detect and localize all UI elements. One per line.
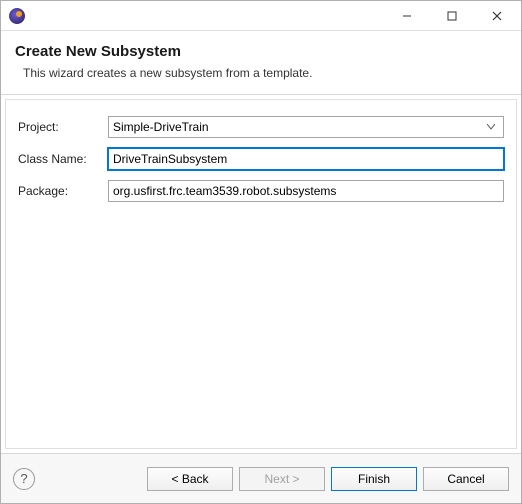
classname-row: Class Name: xyxy=(18,148,504,170)
project-value: Simple-DriveTrain xyxy=(113,120,483,134)
wizard-header: Create New Subsystem This wizard creates… xyxy=(1,31,521,95)
package-input[interactable] xyxy=(108,180,504,202)
chevron-down-icon xyxy=(483,124,499,130)
wizard-footer: ? < Back Next > Finish Cancel xyxy=(1,453,521,503)
eclipse-icon xyxy=(9,8,25,24)
maximize-button[interactable] xyxy=(429,2,474,30)
wizard-window: Create New Subsystem This wizard creates… xyxy=(0,0,522,504)
minimize-button[interactable] xyxy=(384,2,429,30)
classname-label: Class Name: xyxy=(18,152,108,166)
page-title: Create New Subsystem xyxy=(15,43,507,60)
back-button[interactable]: < Back xyxy=(147,467,233,491)
page-description: This wizard creates a new subsystem from… xyxy=(15,66,507,80)
help-button[interactable]: ? xyxy=(13,468,35,490)
cancel-button[interactable]: Cancel xyxy=(423,467,509,491)
project-combobox[interactable]: Simple-DriveTrain xyxy=(108,116,504,138)
project-row: Project: Simple-DriveTrain xyxy=(18,116,504,138)
project-label: Project: xyxy=(18,120,108,134)
close-button[interactable] xyxy=(474,2,519,30)
classname-input[interactable] xyxy=(108,148,504,170)
package-label: Package: xyxy=(18,184,108,198)
wizard-content: Project: Simple-DriveTrain Class Name: P… xyxy=(5,99,517,449)
next-button: Next > xyxy=(239,467,325,491)
finish-button[interactable]: Finish xyxy=(331,467,417,491)
package-row: Package: xyxy=(18,180,504,202)
titlebar xyxy=(1,1,521,31)
